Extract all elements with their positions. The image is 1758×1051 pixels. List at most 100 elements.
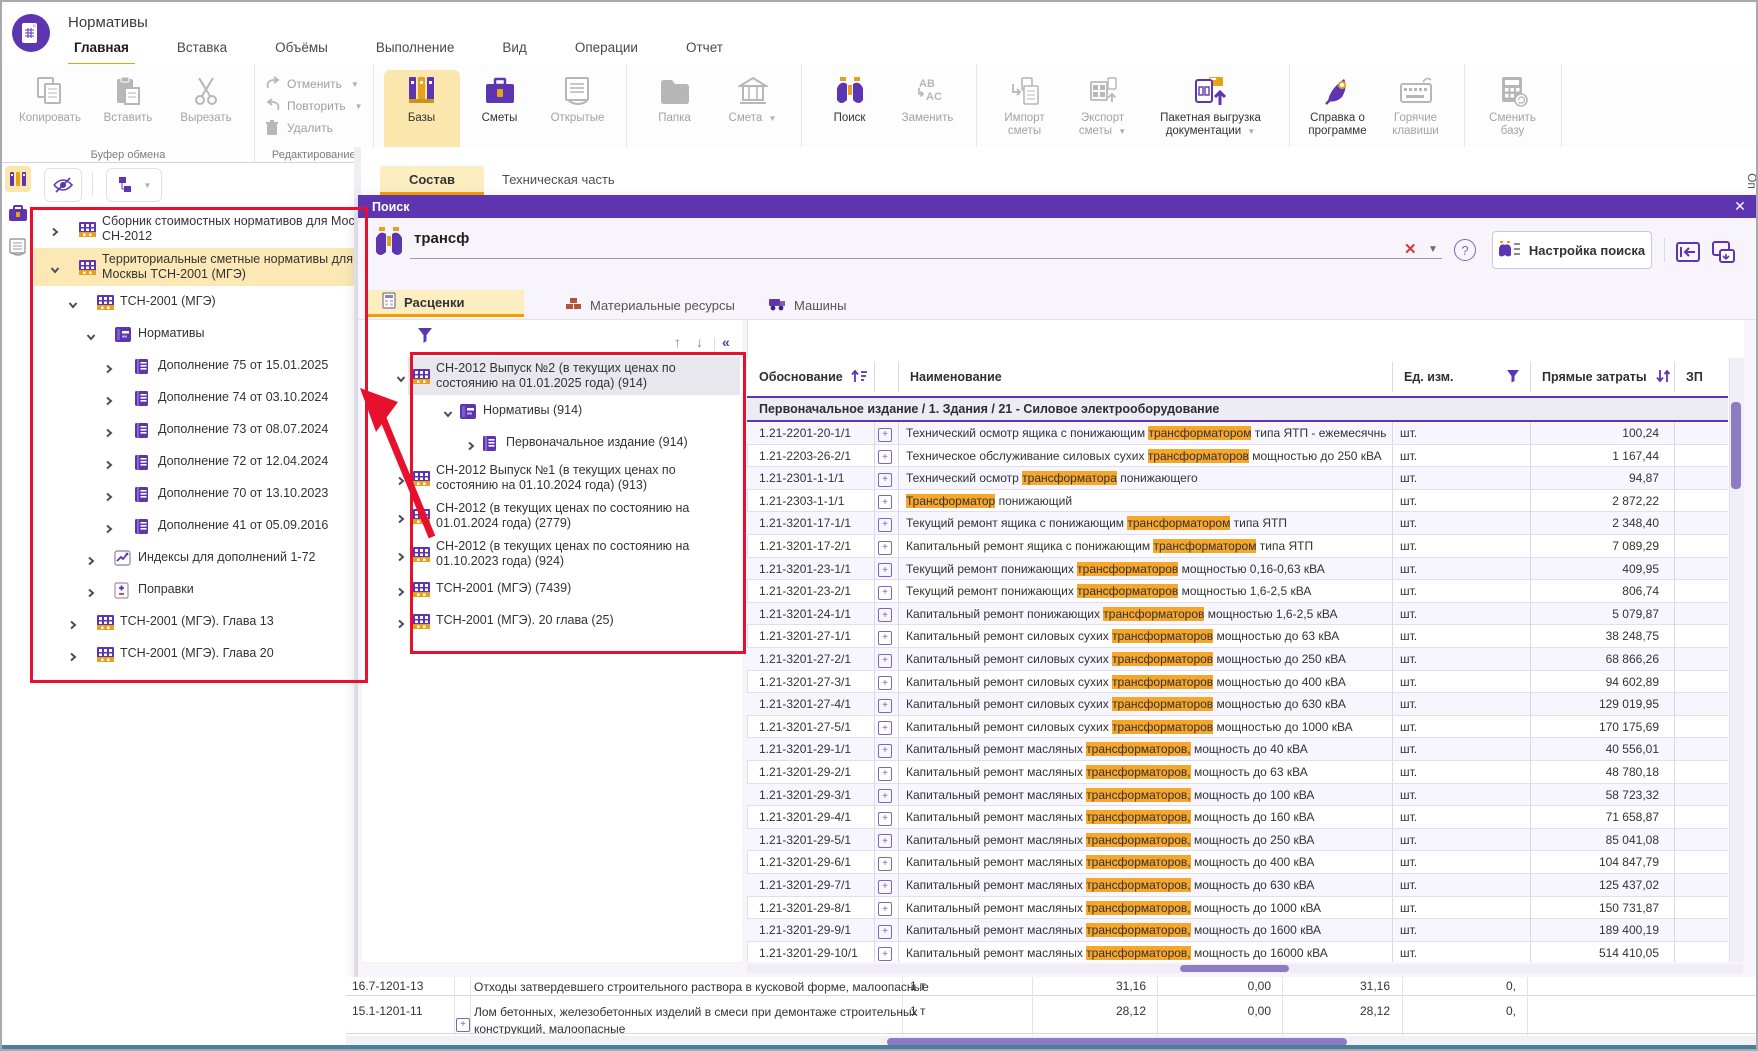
result-row[interactable]: 1.21-3201-27-3/1+Капитальный ремонт сило… [747, 671, 1728, 694]
expand-plus-icon[interactable]: + [878, 426, 892, 442]
ribbon-button-Вставить[interactable]: Вставить [90, 70, 166, 152]
ribbon-button-Отменить[interactable]: Отменить▼ [265, 76, 363, 92]
tree-view-button[interactable]: ▼ [106, 168, 162, 202]
expand-plus-icon[interactable]: + [456, 1016, 470, 1032]
column-header-unit[interactable]: Ед. изм. [1392, 358, 1530, 396]
expand-plus-icon[interactable]: + [878, 923, 892, 939]
results-group-row[interactable]: Первоначальное издание / 1. Здания / 21 … [747, 396, 1728, 422]
expand-plus-icon[interactable]: + [878, 584, 892, 600]
close-icon[interactable]: ✕ [1731, 197, 1749, 215]
expand-plus-icon[interactable]: + [878, 516, 892, 532]
move-up-button[interactable]: ↑ [674, 334, 681, 350]
result-row[interactable]: 1.21-2301-1-1/1+Технический осмотр транс… [747, 467, 1728, 490]
expand-plus-icon[interactable]: + [878, 675, 892, 691]
ribbon-button-Удалить[interactable]: Удалить [265, 120, 363, 136]
rail-estimates-button[interactable] [5, 200, 31, 226]
sort-asc-icon[interactable] [851, 369, 868, 386]
result-row[interactable]: 1.21-3201-29-1/1+Капитальный ремонт масл… [747, 738, 1728, 761]
hide-panel-button[interactable] [44, 168, 82, 202]
ribbon-button-Открытые[interactable]: Открытые [540, 70, 616, 152]
chevron-right-icon[interactable] [396, 549, 406, 567]
expand-plus-icon[interactable]: + [878, 562, 892, 578]
result-row[interactable]: 1.21-3201-29-10/1+Капитальный ремонт мас… [747, 942, 1728, 962]
expand-plus-icon[interactable]: + [878, 607, 892, 623]
result-row[interactable]: 1.21-3201-17-2/1+Капитальный ремонт ящик… [747, 535, 1728, 558]
search-settings-button[interactable]: Настройка поиска [1492, 231, 1652, 269]
ribbon-button-Базы[interactable]: Базы [384, 70, 460, 152]
result-row[interactable]: 1.21-3201-17-1/1+Текущий ремонт ящика с … [747, 512, 1728, 535]
result-row[interactable]: 1.21-3201-29-6/1+Капитальный ремонт масл… [747, 851, 1728, 874]
popup-hscrollbar-thumb[interactable] [1180, 965, 1289, 972]
search-tab-Материальные ресурсы[interactable]: Материальные ресурсы [550, 290, 764, 320]
clear-search-icon[interactable]: ✕ [1404, 240, 1417, 258]
ribbon-button-Импорт сметы[interactable]: Импорт сметы [987, 70, 1063, 152]
move-down-button[interactable]: ↓ [696, 334, 703, 350]
vertical-scrollbar-thumb[interactable] [1731, 402, 1741, 489]
expand-plus-icon[interactable]: + [878, 765, 892, 781]
result-row[interactable]: 1.21-3201-27-1/1+Капитальный ремонт сило… [747, 625, 1728, 648]
expand-plus-icon[interactable]: + [878, 855, 892, 871]
rail-bases-button[interactable] [5, 166, 31, 192]
expand-plus-icon[interactable]: + [878, 629, 892, 645]
menu-tab-Вставка[interactable]: Вставка [171, 36, 233, 66]
result-row[interactable]: 1.21-3201-23-2/1+Текущий ремонт понижающ… [747, 580, 1728, 603]
ribbon-button-Сметы[interactable]: Сметы [462, 70, 538, 152]
expand-plus-icon[interactable]: + [878, 946, 892, 962]
ribbon-button-Вырезать[interactable]: Вырезать [168, 70, 244, 152]
result-row[interactable]: 1.21-3201-27-2/1+Капитальный ремонт сило… [747, 648, 1728, 671]
table-row[interactable]: 16.7-1201-13Отходы затвердевшего строите… [346, 977, 1757, 996]
chevron-right-icon[interactable] [396, 584, 406, 602]
ribbon-button-Экспорт сметы[interactable]: Экспорт сметы ▼ [1065, 70, 1141, 152]
column-header-code[interactable]: Обоснование [747, 358, 874, 396]
ribbon-button-Пакетная выгрузка документации[interactable]: Пакетная выгрузка документации ▼ [1143, 70, 1279, 152]
filter-icon[interactable] [1506, 369, 1520, 386]
ribbon-button-Справка о программе[interactable]: Справка о программе [1300, 70, 1376, 152]
menu-tab-Главная[interactable]: Главная [68, 36, 135, 66]
expand-plus-icon[interactable]: + [878, 539, 892, 555]
ribbon-button-Смета[interactable]: Смета ▼ [715, 70, 791, 152]
ribbon-button-Сменить базу[interactable]: Сменить базу [1475, 70, 1551, 152]
expand-plus-icon[interactable]: + [878, 697, 892, 713]
collapse-panel-button[interactable]: « [722, 334, 730, 350]
ribbon-button-Горячие клавиши[interactable]: Горячие клавиши [1378, 70, 1454, 152]
expand-plus-icon[interactable]: + [878, 833, 892, 849]
search-dropdown-icon[interactable]: ▼ [1428, 244, 1438, 255]
column-header-zp[interactable]: ЗП [1674, 358, 1728, 396]
table-row[interactable]: 15.1-1201-11+Лом бетонных, железобетонны… [346, 996, 1757, 1034]
result-row[interactable]: 1.21-3201-29-9/1+Капитальный ремонт масл… [747, 919, 1728, 942]
result-row[interactable]: 1.21-3201-29-4/1+Капитальный ремонт масл… [747, 806, 1728, 829]
column-header-name[interactable]: Наименование [898, 358, 1392, 396]
result-row[interactable]: 1.21-3201-29-3/1+Капитальный ремонт масл… [747, 784, 1728, 807]
result-row[interactable]: 1.21-3201-23-1/1+Текущий ремонт понижающ… [747, 558, 1728, 581]
rail-open-docs-button[interactable] [5, 234, 31, 260]
expand-plus-icon[interactable]: + [878, 901, 892, 917]
menu-tab-Вид[interactable]: Вид [496, 36, 532, 66]
ribbon-button-Заменить[interactable]: ABACЗаменить [890, 70, 966, 152]
ribbon-button-Копировать[interactable]: Копировать [12, 70, 88, 152]
menu-tab-Объёмы[interactable]: Объёмы [269, 36, 334, 66]
expand-plus-icon[interactable]: + [878, 742, 892, 758]
search-tab-Машины[interactable]: Машины [754, 290, 874, 320]
tab-sostav[interactable]: Состав [380, 166, 484, 195]
expand-plus-icon[interactable]: + [878, 788, 892, 804]
result-row[interactable]: 1.21-2303-1-1/1+Трансформатор понижающий… [747, 490, 1728, 513]
expand-plus-icon[interactable]: + [878, 720, 892, 736]
menu-tab-Отчет[interactable]: Отчет [680, 36, 729, 66]
expand-plus-icon[interactable]: + [878, 810, 892, 826]
help-icon[interactable]: ? [1454, 239, 1476, 261]
result-row[interactable]: 1.21-3201-29-5/1+Капитальный ремонт масл… [747, 829, 1728, 852]
result-row[interactable]: 1.21-3201-27-4/1+Капитальный ремонт сило… [747, 693, 1728, 716]
menu-tab-Операции[interactable]: Операции [569, 36, 644, 66]
search-input-underline[interactable] [410, 236, 1442, 259]
dock-panel-icon[interactable] [1676, 241, 1702, 270]
expand-plus-icon[interactable]: + [878, 471, 892, 487]
new-window-icon[interactable] [1712, 241, 1738, 270]
result-row[interactable]: 1.21-3201-27-5/1+Капитальный ремонт сило… [747, 716, 1728, 739]
column-header-direct[interactable]: Прямые затраты [1530, 358, 1672, 396]
search-tab-Расценки[interactable]: Расценки [368, 290, 524, 317]
tab-tech-part[interactable]: Техническая часть [502, 172, 615, 187]
result-row[interactable]: 1.21-3201-29-7/1+Капитальный ремонт масл… [747, 874, 1728, 897]
expand-plus-icon[interactable]: + [878, 878, 892, 894]
ribbon-button-Папка[interactable]: Папка [637, 70, 713, 152]
filter-icon[interactable] [416, 326, 434, 349]
